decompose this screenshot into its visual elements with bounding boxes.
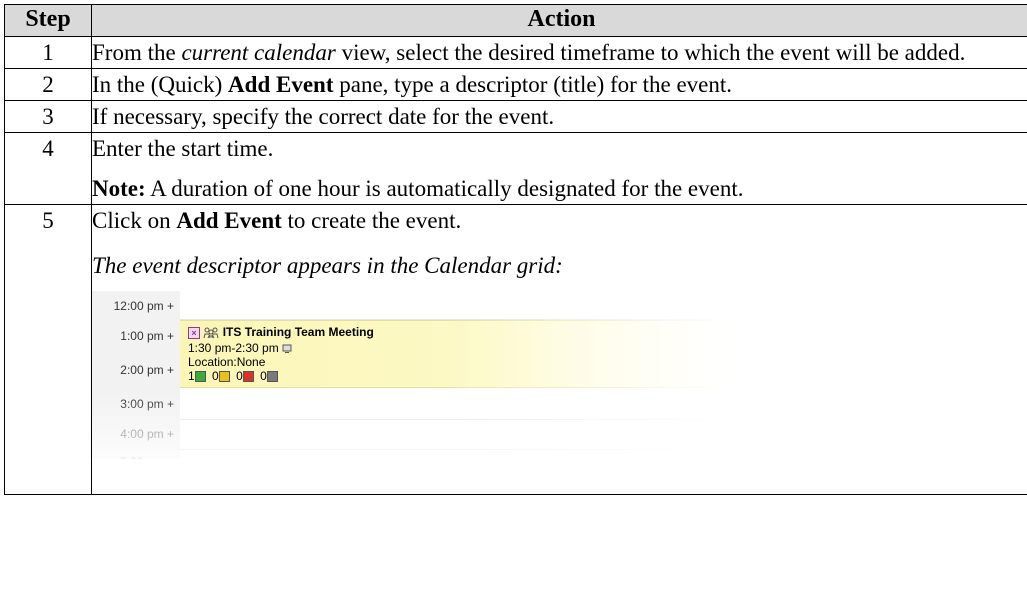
time-label[interactable]: 3:00 pm + [92,397,180,411]
note-label: Note: [92,176,146,201]
step-text: Click on Add Event to create the event. [92,205,1027,236]
text-segment: In the (Quick) [92,72,229,97]
text-segment: view, select the desired timeframe to wh… [335,40,966,65]
event-time: 1:30 pm-2:30 pm [188,341,279,355]
time-label[interactable]: 1:00 pm + [92,329,180,343]
tentative-square-icon [218,371,230,383]
accepted-count: 1 [188,369,195,383]
step-number: 5 [4,204,92,495]
time-label[interactable]: 2:00 pm + [92,363,180,377]
step-row-2: 2 In the (Quick) Add Event pane, type a … [4,68,1027,101]
step-number: 3 [4,100,92,133]
header-row: Step Action [4,4,1027,37]
time-label[interactable]: 5:00 pm + [92,455,180,469]
calendar-grid-screenshot: 12:00 pm + 1:00 pm + 2:00 pm + 3:00 pm +… [92,291,732,469]
event-response-counts: 1 0 0 0 [188,369,281,383]
bold-text: Add Event [228,72,334,97]
no-response-count: 0 [260,369,267,383]
caption: The event descriptor appears in the Cale… [92,250,1027,281]
computer-icon [282,344,292,353]
step-number: 1 [4,36,92,69]
emphasis-text: current calendar [181,40,336,65]
step-action: Click on Add Event to create the event. … [91,204,1027,495]
steps-table: Step Action 1 From the current calendar … [4,4,1027,495]
header-action: Action [91,4,1027,37]
text-segment: From the [92,40,182,65]
step-text: From the current calendar view, select t… [92,37,1027,68]
time-label[interactable]: 4:00 pm + [92,427,180,441]
no-response-square-icon [266,371,278,383]
declined-count: 0 [236,369,243,383]
header-step: Step [4,4,92,37]
step-text: In the (Quick) Add Event pane, type a de… [92,69,1027,100]
note-text: A duration of one hour is automatically … [145,176,744,201]
step-row-1: 1 From the current calendar view, select… [4,36,1027,69]
text-segment: Click on [92,208,177,233]
grid-line [180,419,732,420]
event-time-line: 1:30 pm-2:30 pm [188,341,292,355]
step-text: If necessary, specify the correct date f… [92,104,555,129]
note: Note: A duration of one hour is automati… [92,173,1027,204]
step-row-3: 3 If necessary, specify the correct date… [4,100,1027,133]
time-label[interactable]: 12:00 pm + [92,299,180,313]
calendar-grid: 12:00 pm + 1:00 pm + 2:00 pm + 3:00 pm +… [92,291,732,469]
caption-text: The event descriptor appears in the Cale… [92,253,563,278]
accepted-square-icon [194,371,206,383]
step-action: If necessary, specify the correct date f… [91,100,1027,133]
step-row-4: 4 Enter the start time. Note: A duration… [4,132,1027,205]
step-row-5: 5 Click on Add Event to create the event… [4,204,1027,495]
step-text: Enter the start time. [92,136,274,161]
bold-text: Add Event [176,208,282,233]
event-location: Location:None [188,355,266,369]
group-icon [203,327,219,339]
event-title[interactable]: ITS Training Team Meeting [223,325,374,339]
text-segment: to create the event. [281,208,462,233]
grid-line [180,449,732,450]
calendar-event[interactable]: × ITS Training Team Meeting 1:30 pm-2:30… [180,320,732,388]
step-action: Enter the start time. Note: A duration o… [91,132,1027,205]
event-title-line: × ITS Training Team Meeting [188,325,374,339]
step-action: From the current calendar view, select t… [91,36,1027,69]
delete-icon[interactable]: × [188,326,200,339]
step-number: 2 [4,68,92,101]
declined-square-icon [242,371,254,383]
text-segment: pane, type a descriptor (title) for the … [333,72,733,97]
tentative-count: 0 [212,369,219,383]
step-action: In the (Quick) Add Event pane, type a de… [91,68,1027,101]
step-number: 4 [4,132,92,205]
